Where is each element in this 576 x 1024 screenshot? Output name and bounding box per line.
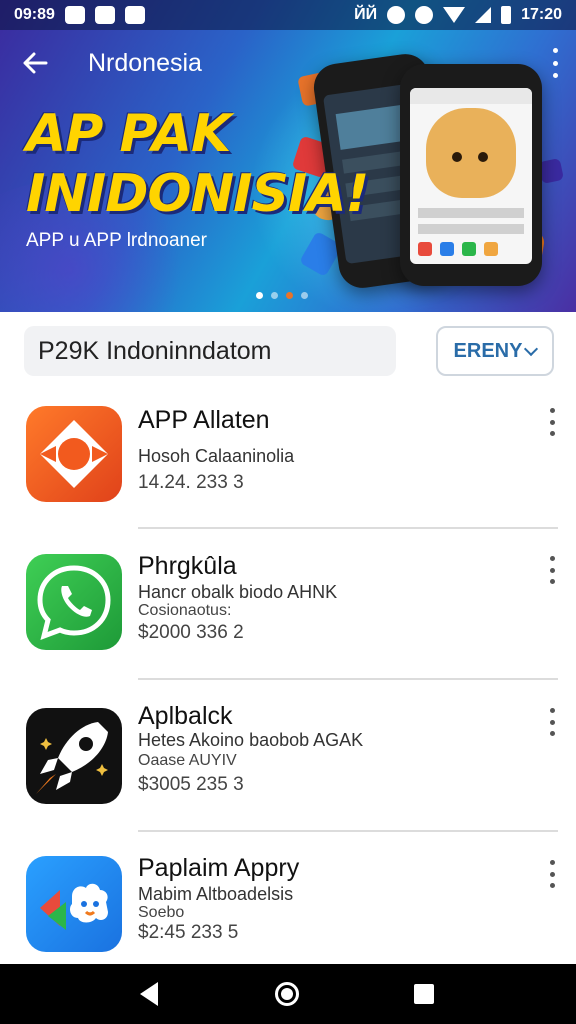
screen-list-item — [418, 224, 524, 234]
vibrate-icon: ЙЙ — [354, 6, 378, 23]
more-vert-icon-dot — [549, 871, 555, 877]
phone-glyph-icon — [37, 565, 111, 641]
status-bar: 09:89 ЙЙ 17:20 — [0, 0, 576, 30]
pager-dot[interactable] — [286, 292, 293, 299]
item-menu-button[interactable] — [546, 556, 558, 584]
promo-subtitle: APP u APP lrdnoaner — [26, 230, 207, 251]
app-extra: Soebo — [138, 904, 185, 921]
battery-icon — [501, 6, 512, 24]
app-name: Phrgkûla — [138, 552, 237, 580]
app-subtitle: Hetes Akoino baobob AGAK — [138, 730, 364, 750]
item-menu-button[interactable] — [546, 708, 558, 736]
app-name: APP Allaten — [138, 406, 270, 434]
promo-headline-line2: INIDONISIA! — [26, 164, 369, 224]
filter-label: ERENY — [453, 339, 523, 362]
overflow-menu-button[interactable] — [548, 48, 562, 78]
more-vert-icon-dot — [549, 883, 555, 888]
app-subtitle: Hosoh Calaaninolia — [138, 446, 295, 466]
promo-headline: AP PAK INIDONISIA! — [26, 104, 369, 224]
status-time-right: 17:20 — [521, 6, 562, 23]
screen-list-item — [418, 208, 524, 218]
app-meta: $2000 336 2 — [138, 622, 244, 643]
promo-headline-line1: AP PAK — [26, 104, 231, 164]
nav-recents-icon[interactable] — [414, 984, 434, 1004]
more-vert-icon-dot — [549, 567, 555, 573]
app-extra: Oaase AUYIV — [138, 752, 237, 769]
page-title: Nrdonesia — [88, 48, 202, 77]
list-item[interactable]: Aplbalck Hetes Akoino baobob AGAK Oaase … — [0, 700, 576, 850]
app-meta: $2:45 233 5 — [138, 922, 239, 943]
more-vert-icon-dot — [549, 719, 555, 725]
screen-app-row — [418, 242, 432, 256]
rocket-icon — [26, 708, 122, 804]
app-meta: $3005 235 3 — [138, 774, 244, 795]
pager-dot[interactable] — [301, 292, 308, 299]
mascot-eye — [452, 152, 462, 162]
back-button[interactable] — [0, 30, 70, 96]
list-divider — [138, 830, 558, 832]
item-menu-button[interactable] — [546, 860, 558, 888]
banner-pager — [256, 292, 308, 299]
more-vert-icon — [549, 708, 555, 713]
app-meta: 14.24. 233 3 — [138, 472, 244, 493]
notification-icon — [124, 6, 145, 24]
more-vert-icon — [549, 860, 555, 865]
search-input[interactable]: P29K Indoninndatom — [24, 326, 396, 376]
item-menu-button[interactable] — [546, 408, 558, 436]
dnd-icon — [387, 6, 406, 24]
screen-app-row — [440, 242, 454, 256]
phone-screen — [410, 88, 532, 264]
more-vert-icon — [549, 408, 555, 413]
app-bar: Nrdonesia — [0, 30, 576, 96]
system-nav-bar — [0, 964, 576, 1024]
screen-app-row — [462, 242, 476, 256]
screen-app-row — [484, 242, 498, 256]
more-vert-icon — [549, 556, 555, 561]
arrow-left-icon — [23, 52, 48, 74]
more-vert-icon-dot — [549, 419, 555, 425]
more-vert-icon-dot — [549, 731, 555, 736]
list-item[interactable]: Phrgkûla Hancr obalk biodo AHNK Cosionao… — [0, 548, 576, 698]
more-vert-icon-dot — [549, 431, 555, 436]
rocket-glyph-icon — [36, 722, 108, 794]
more-vert-icon-dot — [549, 579, 555, 584]
notification-icon — [64, 6, 85, 24]
status-time-left: 09:89 — [14, 6, 55, 23]
list-divider — [138, 678, 558, 680]
nav-back-icon[interactable] — [140, 982, 158, 1006]
wifi-icon — [443, 7, 466, 23]
nav-home-icon[interactable] — [275, 982, 299, 1006]
notification-icon — [94, 6, 115, 24]
diamond-glyph-icon — [40, 420, 108, 488]
overflow-menu-icon-dot — [552, 73, 558, 78]
app-name: Aplbalck — [138, 702, 233, 730]
mascot-illustration — [426, 108, 516, 198]
mascot-eye — [478, 152, 488, 162]
overflow-menu-icon — [552, 48, 558, 53]
pager-dot-active[interactable] — [256, 292, 263, 299]
overflow-menu-icon-dot — [552, 60, 558, 66]
list-divider — [138, 527, 558, 529]
app-extra: Cosionaotus: — [138, 602, 232, 619]
filter-dropdown-button[interactable]: ERENY — [436, 326, 554, 376]
phone-chat-icon — [26, 554, 122, 650]
app-subtitle: Hancr obalk biodo AHNK — [138, 582, 338, 602]
orange-diamond-icon — [26, 406, 122, 502]
alarm-icon — [415, 6, 434, 24]
puzzle-cloud-icon — [26, 856, 122, 952]
signal-icon — [475, 7, 492, 23]
app-name: Paplaim Appry — [138, 854, 300, 882]
chevron-down-icon — [524, 341, 539, 356]
pager-dot[interactable] — [271, 292, 278, 299]
app-subtitle: Mabim Altboadelsis — [138, 884, 294, 904]
puzzle-glyph-icon — [40, 883, 108, 930]
phone-mockup — [400, 64, 542, 286]
